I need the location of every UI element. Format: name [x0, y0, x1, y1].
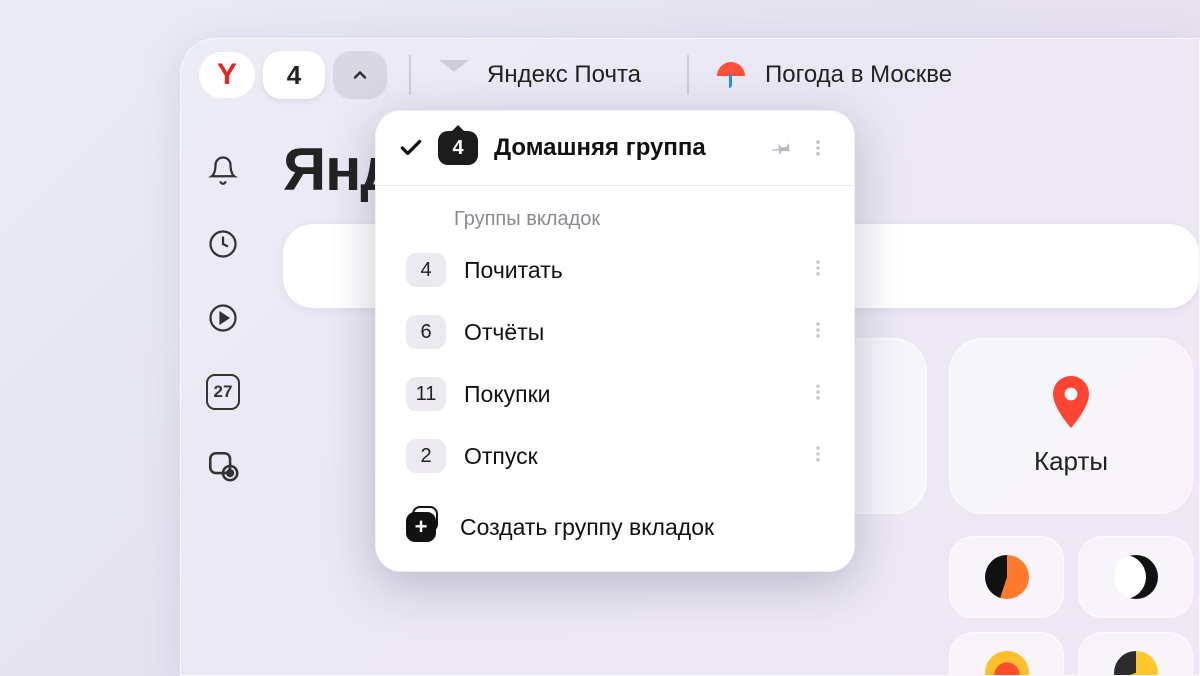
mail-icon — [439, 60, 469, 90]
tile-maps[interactable]: Карты — [949, 338, 1193, 514]
bell-icon — [208, 155, 238, 185]
group-name: Отчёты — [464, 319, 808, 346]
group-name: Покупки — [464, 381, 808, 408]
calendar-icon: 27 — [206, 374, 240, 410]
tile-label: Карты — [1034, 446, 1108, 477]
dots-vertical-icon — [808, 320, 828, 340]
tab-group-row[interactable]: 4 Почитать — [376, 239, 854, 301]
active-group-header[interactable]: 4 Домашняя группа — [376, 111, 854, 186]
dots-vertical-icon — [808, 138, 828, 158]
pin-button[interactable] — [768, 134, 796, 162]
history-button[interactable] — [206, 227, 240, 261]
chevron-up-icon — [350, 65, 370, 85]
dots-vertical-icon — [808, 444, 828, 464]
active-group-title: Домашняя группа — [494, 134, 760, 162]
pin-icon — [767, 133, 798, 164]
group-count-badge: 2 — [406, 439, 446, 473]
tab-group-row[interactable]: 11 Покупки — [376, 363, 854, 425]
group-count-badge: 6 — [406, 315, 446, 349]
create-label: Создать группу вкладок — [460, 514, 714, 541]
service-mini-grid — [949, 536, 1193, 676]
play-button[interactable] — [206, 301, 240, 335]
tab-label: Погода в Москве — [765, 61, 952, 89]
maps-pin-icon — [1046, 376, 1096, 432]
active-group-count-badge: 4 — [438, 131, 478, 165]
service-icon — [985, 651, 1029, 676]
yandex-logo-pill[interactable]: Y — [199, 52, 255, 98]
check-icon — [398, 135, 424, 161]
tab-mail[interactable]: Яндекс Почта — [433, 51, 665, 99]
groups-section-label: Группы вкладок — [376, 186, 854, 239]
group-more-button[interactable] — [808, 258, 832, 283]
clock-icon — [208, 229, 238, 259]
tab-group-chevron-button[interactable] — [333, 51, 387, 99]
dots-vertical-icon — [808, 382, 828, 402]
tab-groups-dropdown: 4 Домашняя группа Группы вкладок 4 Почита… — [375, 110, 855, 572]
tab-strip: Y 4 Яндекс Почта Погода в Москве — [181, 39, 1199, 111]
active-group-more-button[interactable] — [804, 134, 832, 162]
tab-label: Яндекс Почта — [487, 61, 641, 89]
create-tab-group-button[interactable]: + Создать группу вкладок — [376, 487, 854, 571]
group-more-button[interactable] — [808, 382, 832, 407]
mini-tile[interactable] — [1078, 536, 1193, 618]
tab-group-row[interactable]: 6 Отчёты — [376, 301, 854, 363]
plus-stack-icon: + — [406, 509, 442, 545]
service-icon — [1114, 651, 1158, 676]
group-name: Отпуск — [464, 443, 808, 470]
group-more-button[interactable] — [808, 320, 832, 345]
calendar-button[interactable]: 27 — [206, 375, 240, 409]
group-name: Почитать — [464, 257, 808, 284]
group-count-badge: 11 — [406, 377, 446, 411]
tab-separator — [409, 55, 411, 95]
tab-group-count-pill[interactable]: 4 — [263, 51, 325, 99]
play-circle-icon — [208, 303, 238, 333]
screenshot-button[interactable] — [206, 449, 240, 483]
tab-weather[interactable]: Погода в Москве — [711, 51, 976, 99]
notifications-button[interactable] — [206, 153, 240, 187]
service-icon — [1114, 555, 1158, 599]
mini-tile[interactable] — [949, 632, 1064, 676]
group-more-button[interactable] — [808, 444, 832, 469]
tab-group-row[interactable]: 2 Отпуск — [376, 425, 854, 487]
dots-vertical-icon — [808, 258, 828, 278]
mini-tile[interactable] — [1078, 632, 1193, 676]
group-count-badge: 4 — [406, 253, 446, 287]
tab-separator — [687, 55, 689, 95]
service-icon — [985, 555, 1029, 599]
mini-tile[interactable] — [949, 536, 1064, 618]
screenshot-icon — [206, 449, 240, 483]
umbrella-icon — [717, 60, 747, 90]
sidebar: 27 — [181, 111, 265, 675]
